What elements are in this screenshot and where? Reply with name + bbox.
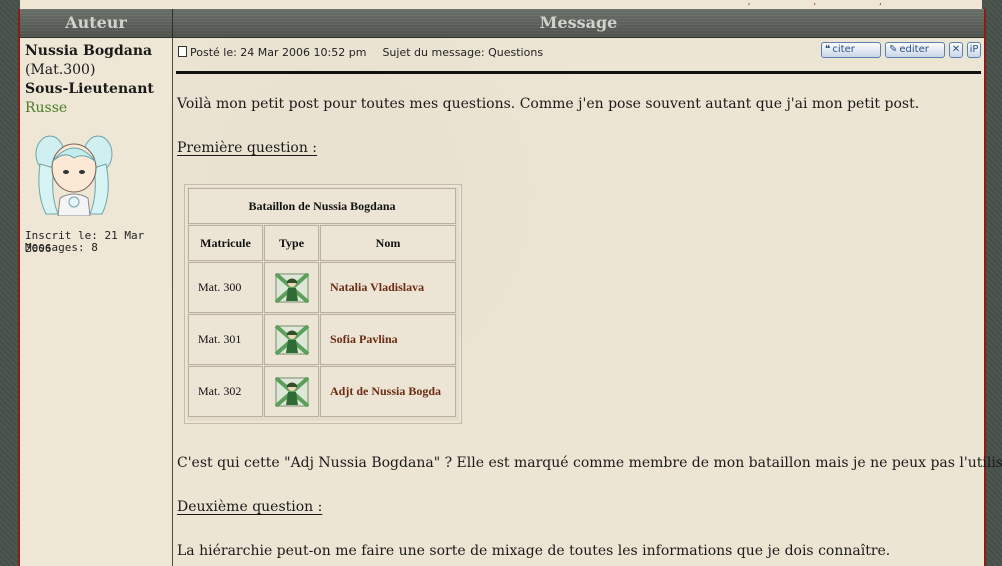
forum-post-table: Auteur Message Nussia Bogdana (Mat.300) …	[18, 9, 1002, 566]
battalion-title: Bataillon de Nussia Bogdana	[188, 188, 456, 224]
soldier-icon[interactable]	[264, 314, 319, 365]
question-2-heading: Deuxième question :	[177, 499, 323, 515]
post-header: Posté le: 24 Mar 2006 10:52 pm Sujet du m…	[178, 46, 543, 59]
table-row-mat: Mat. 300	[188, 262, 263, 313]
post-date: Posté le: 24 Mar 2006 10:52 pm	[190, 46, 367, 59]
edit-button[interactable]: ✎ editer	[885, 42, 945, 58]
author-nation: Russe	[25, 100, 68, 116]
question-1-text: C'est qui cette "Adj Nussia Bogdana" ? E…	[177, 455, 1002, 471]
table-row-mat: Mat. 301	[188, 314, 263, 365]
table-row-name[interactable]: Sofia Pavlina	[320, 314, 456, 365]
author-panel: Nussia Bogdana (Mat.300) Sous-Lieutenant…	[20, 38, 173, 566]
post-icon[interactable]	[178, 46, 187, 57]
quote-icon: ❝	[825, 44, 831, 55]
post-divider	[176, 71, 981, 74]
author-rank: Sous-Lieutenant	[25, 81, 154, 97]
close-icon: ✕	[951, 44, 961, 55]
author-post-count: Messages: 8	[25, 241, 98, 254]
soldier-icon[interactable]	[264, 366, 319, 417]
post-actions: ❝ citer ✎ editer ✕ iP	[821, 42, 981, 58]
edit-icon: ✎	[889, 44, 898, 55]
author-column-header: Auteur	[20, 9, 173, 38]
battalion-table: Bataillon de Nussia Bogdana Matricule Ty…	[184, 184, 462, 424]
question-2-text: La hiérarchie peut-on me faire une sorte…	[177, 543, 891, 559]
quote-button[interactable]: ❝ citer	[821, 42, 881, 58]
quote-label: citer	[832, 44, 855, 55]
post-subject: Sujet du message: Questions	[382, 46, 544, 59]
delete-button[interactable]: ✕	[949, 42, 963, 58]
ip-button[interactable]: iP	[967, 42, 981, 58]
column-type: Type	[264, 225, 319, 261]
message-column-header: Message	[173, 9, 984, 38]
table-row-name[interactable]: Natalia Vladislava	[320, 262, 456, 313]
table-row-mat: Mat. 302	[188, 366, 263, 417]
ip-label: iP	[969, 44, 979, 55]
question-1-heading: Première question :	[177, 140, 318, 156]
table-row-name[interactable]: Adjt de Nussia Bogda	[320, 366, 456, 417]
column-nom: Nom	[320, 225, 456, 261]
column-matricule: Matricule	[188, 225, 263, 261]
post-intro: Voilà mon petit post pour toutes mes que…	[177, 96, 920, 112]
soldier-icon[interactable]	[264, 262, 319, 313]
edit-label: editer	[899, 44, 929, 55]
avatar	[35, 135, 113, 216]
message-panel: Posté le: 24 Mar 2006 10:52 pm Sujet du m…	[173, 38, 1002, 566]
author-name[interactable]: Nussia Bogdana	[25, 43, 152, 59]
author-matricule: (Mat.300)	[25, 62, 96, 78]
